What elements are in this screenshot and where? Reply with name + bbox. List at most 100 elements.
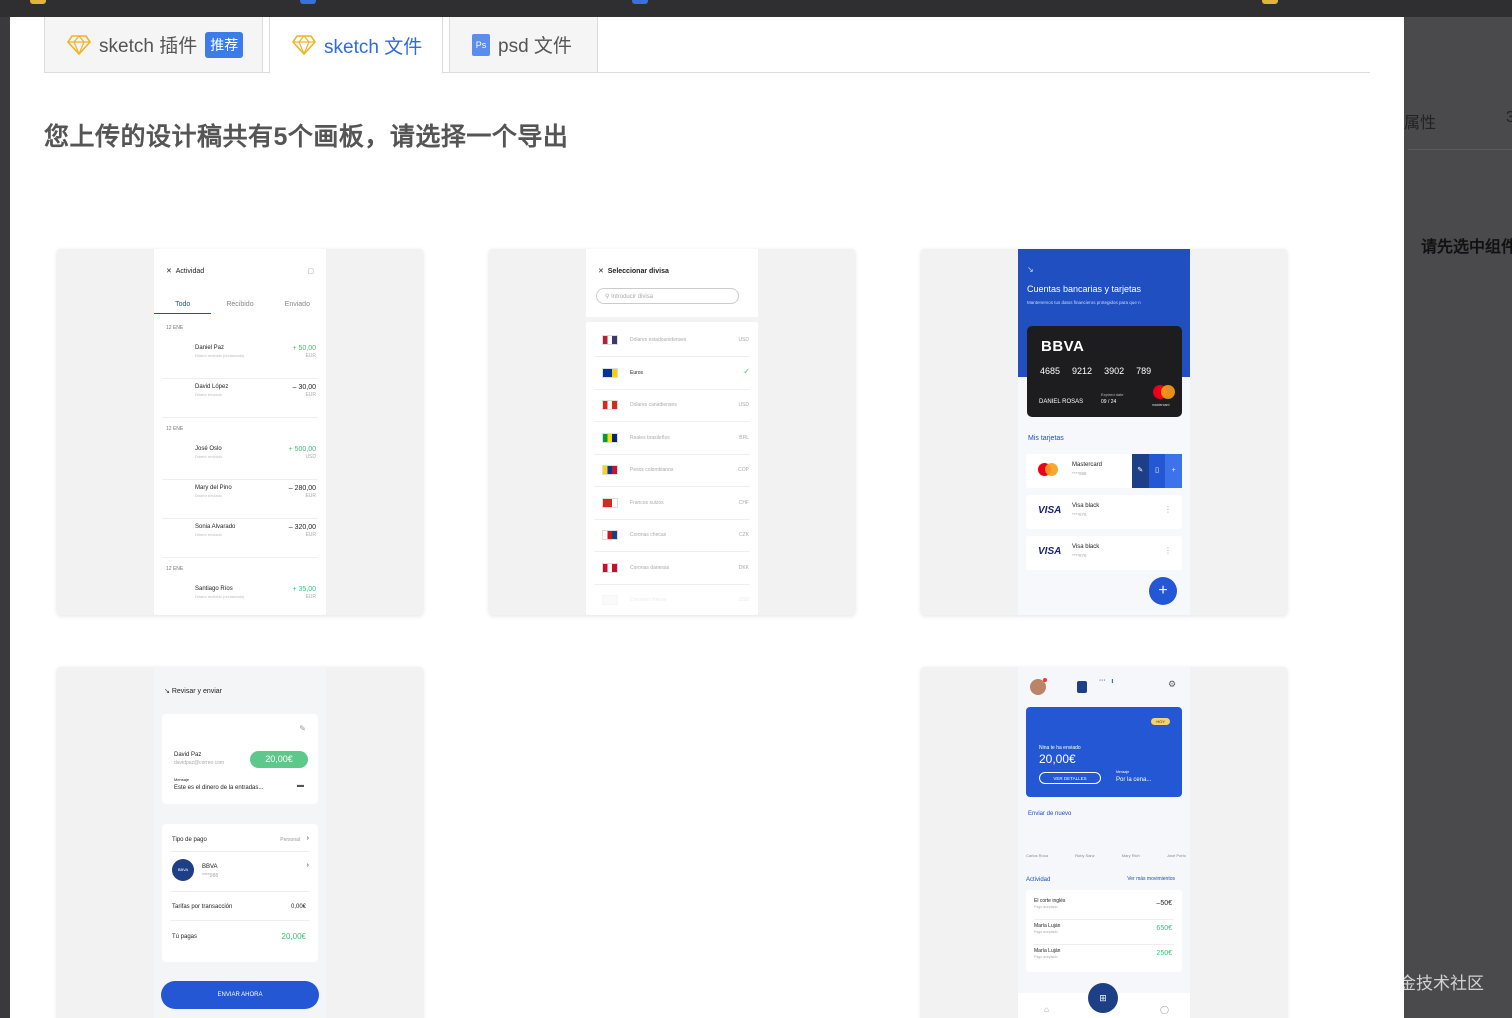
profile-icon: ◯ xyxy=(1160,1005,1169,1014)
currency-name: Coronas checas xyxy=(630,597,667,603)
tab-sketch-plugin[interactable]: sketch 插件 推荐 xyxy=(44,17,263,73)
item-amount: + 50,00 xyxy=(292,345,316,352)
currency-name: Dolares canadienses xyxy=(630,402,677,408)
sketch-diamond-icon xyxy=(292,35,316,55)
item-currency: EUR xyxy=(305,493,316,499)
recipient-panel: ✎ David Paz davidpaz@correo.com 20,00€ M… xyxy=(162,714,318,804)
item-sub: Dinero recibido (reclamado) xyxy=(195,594,245,599)
flag-icon xyxy=(602,335,618,345)
tab-label: psd 文件 xyxy=(498,36,572,57)
currency-name: Coronas checas xyxy=(630,532,667,538)
card-holder: DANIEL ROSAS xyxy=(1039,399,1084,405)
currency-row: Reales brasileños BRL xyxy=(586,432,758,453)
divider xyxy=(594,551,750,552)
activity-tabs: Todo Recibido Enviado xyxy=(154,301,326,314)
home-icon: ⌂ xyxy=(1044,1005,1049,1014)
artboard-preview-divisa: ✕ Seleccionar divisa ⚲ Introducir divisa… xyxy=(586,249,758,615)
expiry-label: Expired date xyxy=(1101,392,1124,397)
trash-icon: ▯ xyxy=(1148,454,1166,488)
currency-row: Coronas checas CZK xyxy=(586,530,758,550)
artboard-card[interactable]: ᐧᐧᐧ ı ⚙ HOY Nina te ha enviado 20,00€ VE… xyxy=(921,667,1287,1018)
toolbar-icon xyxy=(30,0,46,4)
hero-card: HOY Nina te ha enviado 20,00€ VER DETALL… xyxy=(1026,707,1182,797)
card-number: ****988 xyxy=(1072,471,1087,476)
contacts-row: Carlos Roca Ruby Sanz Mary Rich José Porto xyxy=(1026,853,1186,858)
item-currency: USD xyxy=(305,454,316,460)
page-title: 您上传的设计稿共有5个画板，请选择一个导出 xyxy=(44,123,569,151)
tab-label: sketch 插件 xyxy=(99,36,198,57)
artboard-preview-home: ᐧᐧᐧ ı ⚙ HOY Nina te ha enviado 20,00€ VE… xyxy=(1018,667,1190,1018)
flag-icon xyxy=(602,432,618,443)
chat-icon: ▬ xyxy=(297,782,304,789)
list-item: José Oslo Dinero recibido + 500,00 USD xyxy=(154,446,326,476)
section-title: Cuentas bancarias y tarjetas xyxy=(1027,284,1142,294)
visa-logo: VISA xyxy=(1038,505,1062,516)
flag-icon xyxy=(602,530,618,540)
movement-sub: Pago aceptado xyxy=(1034,905,1058,909)
card-number: ****676 xyxy=(1072,553,1087,558)
divider xyxy=(162,518,318,519)
item-currency: EUR xyxy=(305,532,316,538)
artboard-card[interactable]: ↘ Revisar y enviar ✎ David Paz davidpaz@… xyxy=(57,667,423,1018)
currency-code: CZK xyxy=(739,532,749,538)
export-tabs: sketch 插件 推荐 sketch 文件 Ps psd 文件 xyxy=(44,17,1370,74)
tab-label: sketch 文件 xyxy=(324,36,423,58)
edit-icon: ✎ xyxy=(299,724,306,733)
card-brand: Mastercard xyxy=(1072,462,1103,468)
movement-amount: –50€ xyxy=(1156,900,1172,907)
payment-panel: Tipo de pago Personal › BBVA BBVA ****98… xyxy=(162,824,318,962)
tab-sketch-file[interactable]: sketch 文件 xyxy=(269,17,443,74)
artboard-card[interactable]: ✕ Actividad ▢ Todo Recibido Enviado 12 E… xyxy=(57,249,423,615)
expiry: 09 / 24 xyxy=(1101,399,1117,405)
divider xyxy=(1408,149,1512,150)
list-item: Mary del Pino Dinero enviado – 280,00 EUR xyxy=(154,485,326,515)
currency-row: Coronas checas USD xyxy=(586,595,758,615)
properties-label: 属性 xyxy=(1404,115,1437,132)
amount-pill: 20,00€ xyxy=(250,751,308,768)
flag-icon xyxy=(602,465,618,475)
movement-sub: Pago aceptado xyxy=(1034,930,1058,934)
close-icon: ✕ xyxy=(598,268,604,275)
currency-row: Francos suizos CHF xyxy=(586,497,758,518)
flag-icon xyxy=(602,367,618,378)
item-name: Santiago Ríos xyxy=(195,586,233,592)
background-properties-panel: 属性 3 请先选中组件 xyxy=(1404,17,1512,1018)
wallet-icon xyxy=(1077,681,1087,693)
divider xyxy=(594,388,750,390)
gear-icon: ⚙ xyxy=(1168,679,1177,689)
item-amount: – 30,00 xyxy=(292,384,316,391)
movement-sub: Pago aceptado xyxy=(1034,955,1058,959)
check-icon: ✓ xyxy=(743,366,750,376)
item-amount: + 35,00 xyxy=(292,586,316,593)
divider xyxy=(594,486,750,487)
currency-row: Pesos colombianos COP xyxy=(586,465,758,485)
add-button: ⊞ xyxy=(1088,983,1118,1013)
item-sub: Dinero enviado xyxy=(195,493,222,498)
currency-code: DKK xyxy=(738,564,749,571)
card-row: VISA ⋮ Visa black ****676 xyxy=(1026,495,1182,529)
tab-psd-file[interactable]: Ps psd 文件 xyxy=(449,17,598,73)
ps-file-icon: Ps xyxy=(472,33,490,56)
item-name: Daniel Paz xyxy=(195,345,225,351)
bank-logo: BBVA xyxy=(172,859,194,881)
item-sub: Dinero recibido (reclamado) xyxy=(195,353,245,358)
movements-panel: El corte inglés Pago aceptado –50€ María Lu… xyxy=(1026,890,1182,972)
divider xyxy=(162,417,318,418)
artboard-card[interactable]: ↘ Cuentas bancarias y tarjetas Mantenemo… xyxy=(921,249,1287,615)
divider xyxy=(594,421,750,422)
artboard-preview-revisar: ↘ Revisar y enviar ✎ David Paz davidpaz@… xyxy=(154,667,326,1018)
artboard-card[interactable]: ✕ Seleccionar divisa ⚲ Introducir divisa… xyxy=(489,249,855,615)
list-item: Sonia Alvarado Dinero enviado – 320,00 EUR xyxy=(154,524,326,554)
toolbar-icon xyxy=(1262,0,1278,4)
select-component-hint: 请先选中组件 xyxy=(1421,239,1512,256)
currency-row: Dólares estadounidenses USD xyxy=(586,335,758,355)
properties-label-2: 3 xyxy=(1506,109,1512,126)
item-name: David López xyxy=(195,384,229,390)
arrow-icon: ↘ xyxy=(164,688,170,695)
item-name: Sonia Alvarado xyxy=(195,524,236,530)
card-number: 4685 9212 3902 789 xyxy=(1040,366,1152,376)
flag-icon xyxy=(602,400,618,410)
currency-name: Francos suizos xyxy=(630,499,664,506)
add-card-button: + xyxy=(1149,577,1177,605)
more-icon: ⋮ xyxy=(1164,505,1172,514)
